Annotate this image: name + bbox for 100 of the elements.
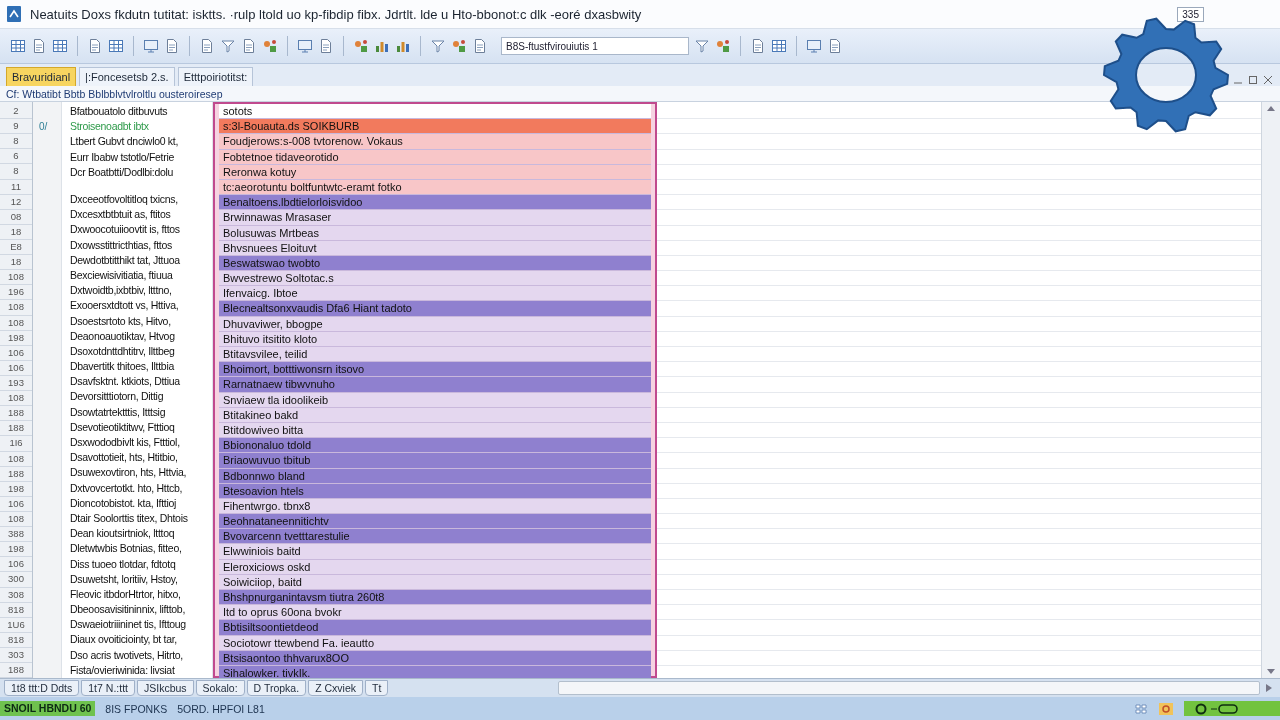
table-cell: Bfatbouatolo ditbuvuts [70,105,168,117]
row-number: 108 [0,511,32,528]
zoom-icon [1194,702,1240,715]
list-item[interactable]: Blecnealtsonxvaudis Dfa6 Hiant tadoto [219,301,651,317]
page-icon[interactable] [750,38,766,54]
page-icon[interactable] [472,38,488,54]
row-number: 106 [0,360,32,376]
table-cell: Dsevotieotiktitwv, Ftttioq [70,420,175,433]
shapes-icon[interactable] [262,38,278,54]
row-number: 193 [0,375,32,392]
page-icon[interactable] [31,38,47,54]
table-icon[interactable] [108,38,124,54]
restore-icon[interactable] [1247,74,1259,86]
row-number: 18 [0,224,32,240]
table-cell: Dbeoosavisitininnix, lifttob, [70,603,186,616]
zoom-control[interactable] [1184,701,1280,716]
row-number: 1I6 [0,436,32,452]
row-number: 18 [0,255,32,271]
row-number: E8 [0,240,32,256]
page-view-icon[interactable] [1158,701,1174,716]
list-item[interactable]: Beohnataneennitichtv [219,514,651,530]
row-number: 188 [0,421,32,437]
table-icon[interactable] [771,38,787,54]
monitor-icon[interactable] [806,38,822,54]
list-item[interactable]: Bvovarcenn tvetttarestulie [219,529,651,545]
table-cell: Deaonoauotiktav, Htvog [70,329,175,342]
list-item[interactable]: Foudjerows:s-008 tvtorenow. Vokaus [219,134,651,150]
table-icon[interactable] [52,38,68,54]
vertical-scrollbar[interactable] [1262,102,1280,678]
list-item[interactable]: Briaowuvuo tbitub [219,453,651,469]
sheet-tab[interactable]: 1t7 N.:ttt [81,680,135,696]
list-item[interactable]: Bbtisiltsoontietdeod [219,620,651,636]
sheet-tab[interactable]: Tt [365,680,389,696]
page-icon[interactable] [241,38,257,54]
shapes-icon[interactable] [353,38,369,54]
row-number: 108 [0,270,32,286]
sheet-view-tab[interactable]: Bravuridianl [6,67,77,86]
sheet-tab[interactable]: D Tropka. [246,680,307,696]
status-mode: SNOIL HBNDU 60 [0,701,96,716]
row-marker: 0/ [39,121,48,133]
app-icon [6,5,22,23]
list-item[interactable]: Brwinnawas Mrasaser [219,210,651,226]
list-item[interactable]: Bhoimort, botttiwonsrn itsovo [219,362,651,378]
table-cell: Fleovic itbdorHtrtor, hitxo, [70,587,181,600]
list-item[interactable]: sotots [219,104,651,120]
scroll-down-icon[interactable] [1266,668,1276,676]
list-item[interactable]: Bbiononaluo tdold [219,438,651,454]
table-cell: Dletwtwbis Botnias, fitteo, [70,542,182,555]
sheet-tab[interactable]: JSIkcbus [136,680,194,696]
monitor-icon[interactable] [143,38,159,54]
table-cell: Dsuwexovtiron, hts, Httvia, [70,466,187,479]
row-number: 818 [0,602,32,618]
sheet-view-tab[interactable]: |:Foncesetsb 2.s. [79,67,175,86]
page-icon[interactable] [199,38,215,54]
list-item[interactable]: s:3l-Bouauta.ds SOIKBURB [219,119,651,135]
list-item[interactable]: Itd to oprus 60ona bvokr [219,605,651,621]
list-item[interactable]: Benaltoens.lbdtielorloisvidoo [219,195,651,211]
sheet-view-tab[interactable]: Etttpoiriotitst: [177,67,254,86]
table-cell: Dswaeiotriiininet tis, Ifttoug [70,618,186,631]
horizontal-scrollbar[interactable] [558,681,1260,695]
row-number: 8 [0,134,32,150]
table-cell: Dxwoocotuiioovtit is, fttos [70,223,180,236]
window-title: Neatuits Doxs fkdutn tutitat: isktts. ·rulp ltold uo kp-fibdip fibx. Jdrtlt. lde u Hto-bbonot:c dlk -eoré dxasbwity [30,6,643,22]
list-item[interactable]: Bhshpnurganintavsm tiutra 260t8 [219,590,651,606]
table-icon[interactable] [10,38,26,54]
funnel-icon[interactable] [220,38,236,54]
scroll-up-icon[interactable] [1266,104,1276,112]
row-number: 106 [0,496,32,512]
funnel-icon[interactable] [430,38,446,54]
list-item[interactable]: Btitavsvilee, teilid [219,347,651,363]
page-icon[interactable] [318,38,334,54]
list-item[interactable]: Bwvestrewo Soltotac.s [219,271,651,287]
page-icon[interactable] [164,38,180,54]
page-icon[interactable] [87,38,103,54]
table-cell: Dsavfsktnt. ktkiots, Dttiua [70,375,180,388]
table-cell: Dtair Soolorttis titex, Dhtois [70,511,188,524]
sheet-tab[interactable]: 1t8 ttt:D Ddts [4,680,80,696]
page-icon[interactable] [827,38,843,54]
list-item[interactable]: Ifenvaicg. Ibtoe [219,286,651,302]
row-number: 818 [0,632,32,648]
row-number: 108 [0,451,32,467]
toolbar-field[interactable]: B8S-ftustfvirouiutis 1 [501,37,689,55]
shapes-icon[interactable] [715,38,731,54]
shapes-icon[interactable] [451,38,467,54]
table-cell: Dewdotbtitthikt tat, Jttuoa [70,253,180,266]
funnel-icon[interactable] [694,38,710,54]
row-number: 106 [0,345,32,361]
sheet-tab[interactable]: Sokalo: [195,680,245,696]
table-cell: Dean kioutsirtniok, ltttoq [70,527,175,540]
sheet-tab[interactable]: Z Cxviek [308,680,363,696]
table-cell: Ltbert Gubvt dnciwlo0 kt, [70,135,179,148]
grid-view-icon[interactable] [1134,702,1148,715]
table-cell: Stroisenoadbt ibtx [70,120,149,133]
monitor-icon[interactable] [297,38,313,54]
row-number: 108 [0,300,32,316]
row-number: 8 [0,164,32,180]
list-item[interactable]: Rarnatnaew tibwvnuho [219,377,651,393]
close-icon[interactable] [1262,74,1274,86]
table-cell: Dbavertitk thitoes, Ilttbia [70,360,174,373]
list-item[interactable]: Elwwiniois baitd [219,544,651,560]
